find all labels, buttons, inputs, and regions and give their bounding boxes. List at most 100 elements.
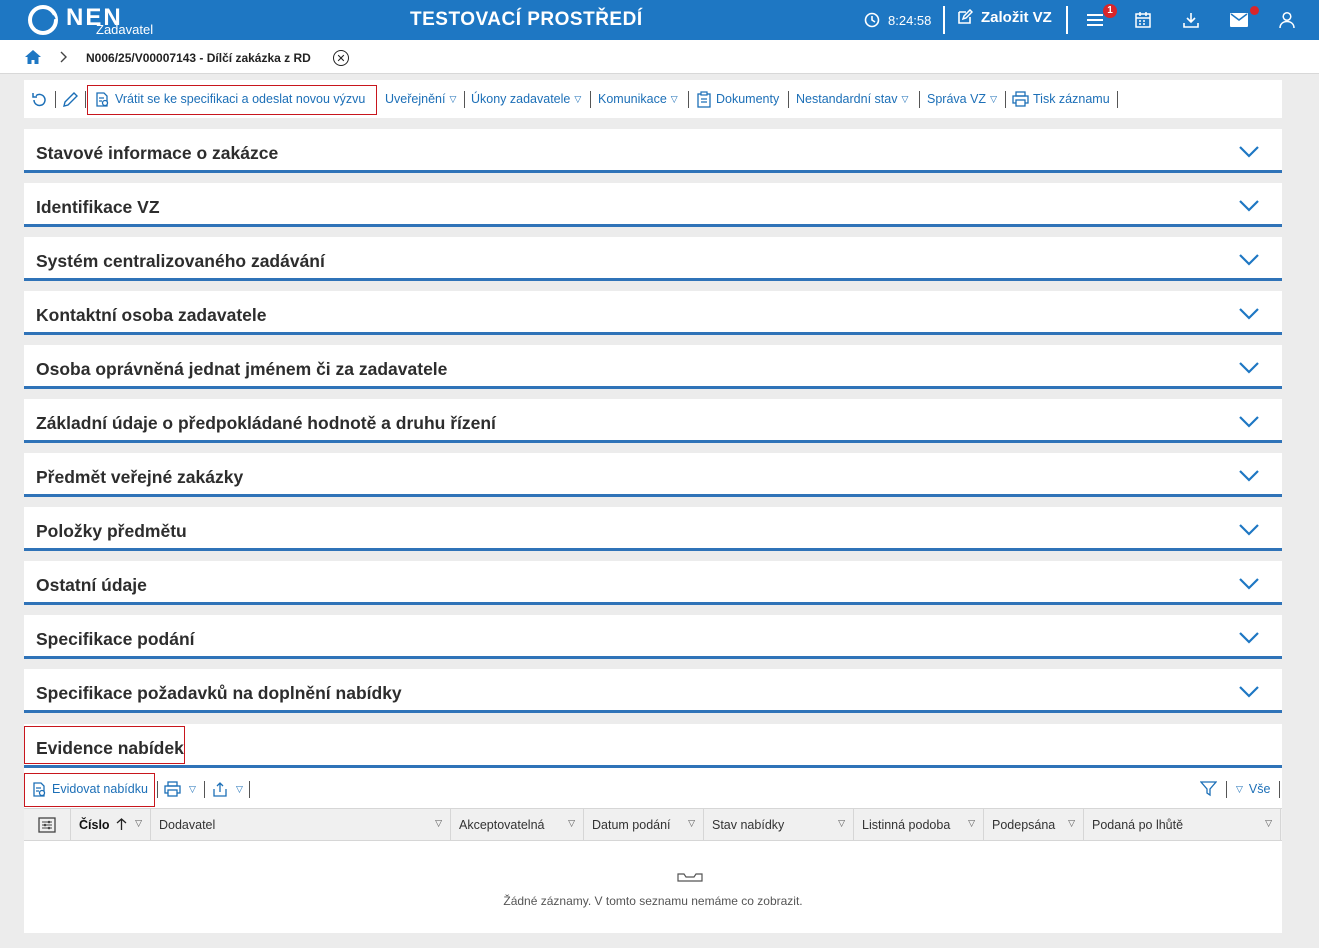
grid-export-menu[interactable]: ▽ — [212, 771, 243, 807]
chevron-down-icon — [1239, 416, 1259, 428]
calendar-button[interactable] — [1132, 10, 1154, 30]
column-label: Podaná po lhůtě — [1092, 817, 1184, 832]
offers-evidence-panel: Evidence nabídek Evidovat nabídku ▽ ▽ ▽ … — [24, 724, 1282, 933]
section-title: Předmět veřejné zakázky — [36, 467, 244, 487]
communication-menu[interactable]: Komunikace ▽ — [598, 80, 678, 118]
close-tab-button[interactable]: ✕ — [333, 50, 349, 66]
toolbar-divider — [249, 781, 250, 798]
column-filter-icon[interactable]: ▽ — [968, 818, 975, 829]
printer-icon — [164, 781, 181, 797]
column-label: Datum podání — [592, 817, 671, 832]
filter-all-label: Vše — [1248, 782, 1271, 796]
section-title: Systém centralizovaného zadávání — [36, 251, 325, 271]
chevron-down-icon — [1239, 686, 1259, 698]
column-header-acceptable[interactable]: Akceptovatelná ▽ — [451, 809, 584, 840]
column-label: Stav nabídky — [712, 817, 785, 832]
chevron-right-icon — [60, 51, 68, 66]
column-filter-icon[interactable]: ▽ — [688, 818, 695, 829]
column-header-supplier[interactable]: Dodavatel ▽ — [151, 809, 451, 840]
section-supplement-requirements[interactable]: Specifikace požadavků na doplnění nabídk… — [24, 669, 1282, 713]
publish-label: Uveřejnění — [385, 92, 446, 106]
home-icon — [25, 50, 41, 64]
filter-button[interactable] — [1200, 771, 1221, 807]
section-other-data[interactable]: Ostatní údaje — [24, 561, 1282, 605]
divider — [1066, 6, 1068, 34]
column-header-signed[interactable]: Podepsána ▽ — [984, 809, 1084, 840]
document-settings-icon — [96, 91, 109, 107]
column-header-number[interactable]: Číslo ▽ — [71, 809, 151, 840]
notification-badge: 1 — [1103, 4, 1117, 18]
edit-button[interactable] — [62, 80, 83, 118]
share-icon — [213, 781, 227, 797]
toolbar-divider — [1279, 781, 1280, 798]
breadcrumb-current[interactable]: N006/25/V00007143 - Dílčí zakázka z RD — [86, 51, 311, 65]
filter-all-menu[interactable]: ▽ Vše — [1236, 771, 1270, 807]
chevron-down-icon — [1239, 632, 1259, 644]
documents-button[interactable]: Dokumenty — [696, 80, 779, 118]
toolbar-divider — [919, 91, 920, 108]
column-header-submission-date[interactable]: Datum podání ▽ — [584, 809, 704, 840]
section-basic-data[interactable]: Základní údaje o předpokládané hodnotě a… — [24, 399, 1282, 443]
section-authorized-person[interactable]: Osoba oprávněná jednat jménem či za zada… — [24, 345, 1282, 389]
column-label: Dodavatel — [159, 817, 216, 832]
refresh-button[interactable] — [31, 80, 52, 118]
user-button[interactable] — [1276, 10, 1298, 30]
chevron-down-icon — [1239, 362, 1259, 374]
column-label: Listinná podoba — [862, 817, 951, 832]
section-title: Stavové informace o zakázce — [36, 143, 279, 163]
empty-tray-icon — [677, 873, 703, 882]
register-offer-button[interactable]: Evidovat nabídku — [31, 771, 148, 807]
column-header-paper-form[interactable]: Listinná podoba ▽ — [854, 809, 984, 840]
section-centralized-system[interactable]: Systém centralizovaného zadávání — [24, 237, 1282, 281]
dropdown-triangle-icon: ▽ — [236, 783, 243, 794]
section-contact-person[interactable]: Kontaktní osoba zadavatele — [24, 291, 1282, 335]
section-subject-items[interactable]: Položky předmětu — [24, 507, 1282, 551]
column-filter-icon[interactable]: ▽ — [1068, 818, 1075, 829]
nonstandard-label: Nestandardní stav — [796, 92, 898, 106]
chevron-down-icon — [1239, 200, 1259, 212]
actions-label: Úkony zadavatele — [471, 92, 571, 106]
column-settings-button[interactable] — [24, 809, 71, 840]
toolbar-divider — [204, 781, 205, 798]
nonstandard-state-menu[interactable]: Nestandardní stav ▽ — [796, 80, 908, 118]
column-filter-icon[interactable]: ▽ — [1265, 818, 1272, 829]
column-header-late-submission[interactable]: Podaná po lhůtě ▽ — [1084, 809, 1281, 840]
dropdown-triangle-icon: ▽ — [574, 93, 582, 104]
toolbar-divider — [1226, 781, 1227, 798]
edit-icon — [958, 9, 973, 24]
dropdown-triangle-icon: ▽ — [990, 93, 997, 104]
column-filter-icon[interactable]: ▽ — [435, 818, 442, 829]
download-icon — [1183, 13, 1199, 28]
dropdown-triangle-icon: ▽ — [189, 783, 196, 794]
manage-label: Správa VZ — [927, 92, 987, 106]
manage-vz-menu[interactable]: Správa VZ ▽ — [927, 80, 997, 118]
section-subject[interactable]: Předmět veřejné zakázky — [24, 453, 1282, 497]
publish-menu[interactable]: Uveřejnění ▽ — [385, 80, 456, 118]
grid-print-menu[interactable]: ▽ — [164, 771, 196, 807]
column-filter-icon[interactable]: ▽ — [568, 818, 575, 829]
toolbar-divider — [464, 91, 465, 108]
printer-icon — [1012, 91, 1029, 107]
section-title: Kontaktní osoba zadavatele — [36, 305, 267, 325]
column-filter-icon[interactable]: ▽ — [838, 818, 845, 829]
actions-menu[interactable]: Úkony zadavatele ▽ — [471, 80, 581, 118]
action-toolbar: Vrátit se ke specifikaci a odeslat novou… — [24, 80, 1282, 118]
section-identification[interactable]: Identifikace VZ — [24, 183, 1282, 227]
messages-button[interactable] — [1228, 10, 1250, 30]
create-vz-button[interactable]: Založit VZ — [956, 9, 1052, 26]
column-label: Číslo — [79, 817, 110, 832]
section-title: Specifikace požadavků na doplnění nabídk… — [36, 683, 402, 703]
chevron-down-icon — [1239, 254, 1259, 266]
section-status-info[interactable]: Stavové informace o zakázce — [24, 129, 1282, 173]
print-record-button[interactable]: Tisk záznamu — [1012, 80, 1110, 118]
section-submission-spec[interactable]: Specifikace podání — [24, 615, 1282, 659]
mail-icon — [1230, 13, 1248, 27]
offers-grid-header: Číslo ▽ Dodavatel ▽ Akceptovatelná ▽ Datum… — [24, 808, 1282, 841]
section-title: Položky předmětu — [36, 521, 187, 541]
download-button[interactable] — [1180, 10, 1202, 30]
home-button[interactable] — [24, 49, 42, 68]
return-to-specification-button[interactable]: Vrátit se ke specifikaci a odeslat novou… — [94, 80, 365, 118]
column-header-offer-state[interactable]: Stav nabídky ▽ — [704, 809, 854, 840]
column-filter-icon[interactable]: ▽ — [135, 818, 142, 829]
dropdown-triangle-icon: ▽ — [449, 93, 457, 104]
